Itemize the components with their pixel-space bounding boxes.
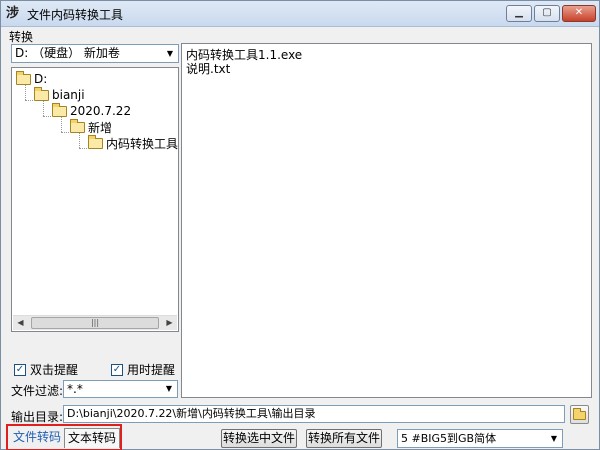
file-filter-value: *.*: [67, 382, 83, 396]
tree-connector: [79, 148, 87, 149]
menu-convert[interactable]: 转换: [9, 28, 33, 45]
tree-node-label: 内码转换工具: [106, 136, 179, 151]
minimize-button[interactable]: ▁: [506, 5, 532, 22]
tree-horizontal-scrollbar[interactable]: ◀ ||| ▶: [13, 315, 177, 330]
output-dir-label: 输出目录:: [11, 410, 64, 424]
scroll-thumb[interactable]: |||: [31, 317, 159, 329]
folder-icon: [573, 408, 586, 420]
conversion-mode-select[interactable]: 5 #BIG5到GB简体 ▼: [397, 429, 563, 448]
close-icon: ✕: [574, 7, 584, 18]
tree-node-label: bianji: [52, 88, 85, 102]
folder-open-icon: [88, 134, 103, 149]
chevron-down-icon[interactable]: ▼: [546, 430, 562, 447]
drive-select-value: D: （硬盘） 新加卷: [15, 46, 120, 60]
tree-connector: [25, 100, 33, 101]
tree-node-new[interactable]: 新增: [70, 118, 113, 135]
tree-node-tool[interactable]: 内码转换工具: [88, 134, 179, 151]
file-filter-select[interactable]: *.* ▼: [63, 380, 178, 398]
tree-connector: [61, 117, 62, 132]
tree-node-date[interactable]: 2020.7.22: [52, 102, 132, 119]
tree-node-label: 2020.7.22: [70, 104, 132, 118]
folder-open-icon: [52, 102, 67, 117]
timing-reminder-label: 用时提醒: [127, 363, 176, 377]
output-dir-field[interactable]: D:\bianji\2020.7.22\新增\内码转换工具\输出目录: [63, 405, 565, 423]
chevron-down-icon[interactable]: ▼: [162, 45, 178, 62]
app-window: 涉 文件内码转换工具 ▁ ▢ ✕ 转换 D: （硬盘） 新加卷 ▼ D: bia…: [0, 0, 600, 450]
tab-file-transcode[interactable]: 文件转码: [10, 428, 64, 448]
convert-all-button[interactable]: 转换所有文件: [306, 429, 382, 448]
checkbox-checked-icon[interactable]: ✓: [111, 363, 123, 376]
title-bar[interactable]: 涉 文件内码转换工具 ▁ ▢ ✕: [1, 1, 599, 27]
tree-connector: [43, 116, 51, 117]
tree-connector: [43, 101, 44, 116]
browse-folder-button[interactable]: [570, 405, 589, 424]
folder-open-icon: [70, 118, 85, 133]
folder-open-icon: [34, 86, 49, 101]
tree-node-bianji[interactable]: bianji: [34, 86, 85, 103]
window-title: 文件内码转换工具: [27, 8, 124, 22]
checkbox-checked-icon[interactable]: ✓: [14, 363, 26, 376]
tree-node-drive[interactable]: D:: [16, 70, 48, 87]
file-filter-label: 文件过滤:: [11, 384, 64, 398]
app-icon: 涉: [6, 6, 20, 21]
tab-text-transcode[interactable]: 文本转码: [64, 428, 121, 448]
scroll-right-icon[interactable]: ▶: [162, 316, 177, 330]
convert-selected-button[interactable]: 转换选中文件: [221, 429, 297, 448]
file-list-item[interactable]: 说明.txt: [186, 60, 230, 77]
tree-node-label: 新增: [88, 120, 113, 135]
menu-bar: 转换: [1, 27, 599, 45]
maximize-button[interactable]: ▢: [534, 5, 560, 22]
drive-select[interactable]: D: （硬盘） 新加卷 ▼: [11, 44, 179, 63]
double-click-reminder-label: 双击提醒: [30, 363, 79, 377]
tree-connector: [79, 133, 80, 148]
tree-node-label: D:: [34, 72, 48, 86]
tree-connector: [61, 132, 69, 133]
folder-open-icon: [16, 70, 31, 85]
timing-reminder-checkbox[interactable]: ✓ 用时提醒: [111, 361, 175, 378]
minimize-icon: ▁: [515, 7, 523, 18]
tree-connector: [25, 85, 26, 100]
file-list[interactable]: 内码转换工具1.1.exe 说明.txt: [181, 43, 592, 398]
chevron-down-icon[interactable]: ▼: [161, 381, 177, 397]
double-click-reminder-checkbox[interactable]: ✓ 双击提醒: [14, 361, 78, 378]
folder-tree[interactable]: D: bianji 2020.7.22 新增 内码转换工具 ◀ ||| ▶: [11, 67, 179, 332]
maximize-icon: ▢: [542, 7, 552, 18]
close-button[interactable]: ✕: [562, 5, 596, 22]
conversion-mode-value: 5 #BIG5到GB简体: [401, 432, 497, 445]
scroll-left-icon[interactable]: ◀: [13, 316, 28, 330]
